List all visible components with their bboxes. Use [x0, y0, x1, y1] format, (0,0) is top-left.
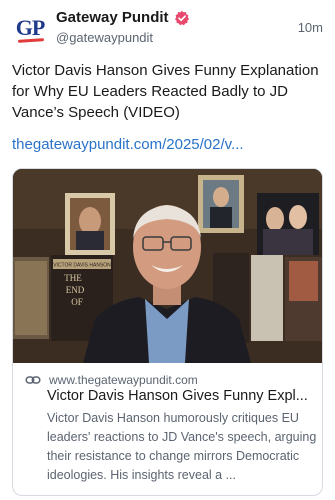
link-preview-card[interactable]: VICTOR DAVIS HANSON THE END OF www.thega… [12, 168, 323, 496]
author-display-name[interactable]: Gateway Pundit [56, 9, 169, 26]
author-handle[interactable]: @gatewaypundit [56, 30, 153, 45]
post-timestamp: 10m [297, 20, 323, 35]
avatar-swoosh [17, 38, 45, 43]
link-card-description: Victor Davis Hanson humorously critiques… [47, 411, 317, 482]
link-icon [25, 376, 41, 384]
post-card[interactable]: GP Gateway Pundit @gatewaypundit 10m Vic… [0, 0, 335, 500]
verified-badge-icon [174, 10, 189, 25]
book-author-text: VICTOR DAVIS HANSON [53, 263, 111, 269]
thumbnail-illustration: VICTOR DAVIS HANSON THE END OF [13, 169, 322, 363]
book-word-1: THE [64, 273, 82, 283]
avatar-logo-text: GP [15, 15, 46, 40]
post-link[interactable]: thegatewaypundit.com/2025/02/v... [12, 136, 326, 153]
link-domain: www.thegatewaypundit.com [49, 373, 198, 387]
link-card-title[interactable]: Victor Davis Hanson Gives Funny Expl... [47, 388, 313, 404]
post-text: Victor Davis Hanson Gives Funny Explanat… [12, 62, 319, 121]
book-word-3: OF [71, 297, 83, 307]
avatar[interactable]: GP [12, 10, 48, 46]
author-name-row[interactable]: Gateway Pundit [56, 9, 190, 26]
link-thumbnail[interactable]: VICTOR DAVIS HANSON THE END OF [13, 169, 322, 363]
link-domain-row: www.thegatewaypundit.com [25, 372, 198, 388]
book-word-2: END [66, 285, 85, 295]
